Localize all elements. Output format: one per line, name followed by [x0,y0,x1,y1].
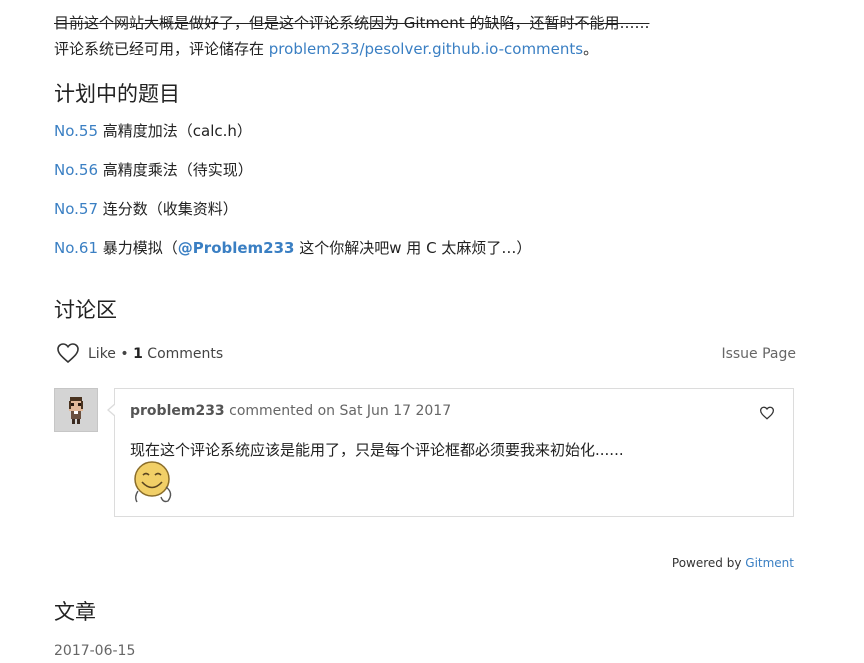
powered-by: Powered by Gitment [672,556,794,570]
avatar[interactable] [54,388,98,432]
smiley-emoticon-icon [130,457,178,509]
like-count-text: Like • 1 Comments [88,346,223,362]
comment-author-link[interactable]: problem233 [130,403,225,419]
comment-header: problem233 commented on Sat Jun 17 2017 [130,403,451,419]
plan-item: No.61 暴力模拟（@Problem233 这个你解决吧w 用 C 太麻烦了…… [54,237,531,276]
plan-item-text-after: 这个你解决吧w 用 C 太麻烦了…） [294,239,532,257]
plan-item-link[interactable]: No.56 [54,161,98,179]
plan-item-text: 连分数（收集资料） [102,200,238,218]
storage-suffix: 。 [583,40,599,58]
storage-text: 评论系统已经可用，评论储存在 [54,40,269,58]
issue-page-link[interactable]: Issue Page [721,346,796,362]
discussion-heading: 讨论区 [54,298,117,322]
powered-by-text: Powered by [671,556,746,570]
comments-repo-link[interactable]: problem233/pesolver.github.io-comments [269,40,583,58]
notice-storage-line: 评论系统已经可用，评论储存在 problem233/pesolver.githu… [54,38,598,59]
plan-item-link[interactable]: No.61 [54,239,98,257]
comment-card: problem233 commented on Sat Jun 17 2017 … [107,388,794,517]
comments-label: Comments [147,346,224,362]
plan-heading: 计划中的题目 [54,82,180,106]
comment-like-heart-icon[interactable] [759,405,775,424]
comment-date: Sat Jun 17 2017 [339,403,452,419]
gitment-meta-bar: Like • 1 Comments Issue Page [56,342,796,366]
meta-separator: • [115,346,134,362]
like-heart-icon[interactable] [56,342,80,368]
like-label[interactable]: Like [88,346,116,362]
comment-action-text: commented on [224,403,340,419]
notice-strikethrough-text: 目前这个网站大概是做好了，但是这个评论系统因为 Gitment 的缺陷，还暂时不… [54,14,650,32]
plan-item-link[interactable]: No.55 [54,122,98,140]
comment-body: 现在这个评论系统应该是能用了，只是每个评论框都必须要我来初始化...... [130,441,624,459]
plan-item-text: 高精度加法（calc.h） [102,122,252,140]
article-date: 2017-06-15 [54,643,136,659]
plan-item: No.55 高精度加法（calc.h） [54,120,531,159]
pixel-avatar-icon [55,389,97,431]
plan-item: No.56 高精度乘法（待实现） [54,159,531,198]
notice-strikethrough: 目前这个网站大概是做好了，但是这个评论系统因为 Gitment 的缺陷，还暂时不… [54,12,649,33]
articles-heading: 文章 [54,600,96,624]
gitment-link[interactable]: Gitment [745,556,794,570]
plan-item: No.57 连分数（收集资料） [54,198,531,237]
comment-count: 1 [133,346,143,362]
plan-item-text: 暴力模拟（ [102,239,178,257]
plan-item-link[interactable]: No.57 [54,200,98,218]
user-mention-link[interactable]: @Problem233 [178,239,295,257]
plan-item-text: 高精度乘法（待实现） [102,161,253,179]
plan-list: No.55 高精度加法（calc.h） No.56 高精度乘法（待实现） No.… [54,120,531,276]
